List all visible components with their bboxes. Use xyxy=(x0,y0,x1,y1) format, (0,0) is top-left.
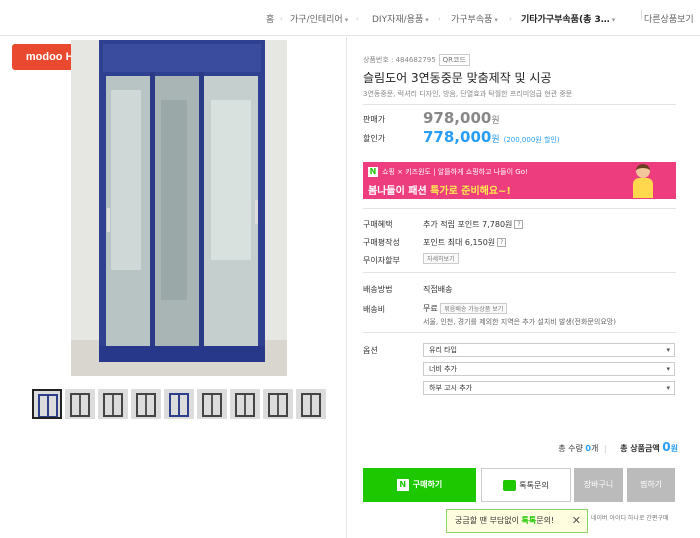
option-select-width[interactable]: 너비 추가 ▾ xyxy=(423,362,675,376)
product-code: 상품번호 : 484682795 QR코드 xyxy=(363,54,470,66)
divider xyxy=(346,37,347,538)
breadcrumb-item[interactable]: DIY자재/용품 ▾ xyxy=(372,12,429,25)
breadcrumb-item[interactable]: 가구/인테리어 ▾ xyxy=(290,12,348,25)
door-icon xyxy=(169,393,189,417)
product-main-image xyxy=(71,40,287,376)
discount-note: (200,000원 할인) xyxy=(503,136,560,144)
installment-label: 무이자할부 xyxy=(363,256,400,265)
chat-bubble-icon xyxy=(503,480,517,491)
sale-price: 778,000원 (200,000원 할인) xyxy=(423,128,560,146)
divider xyxy=(363,208,676,209)
promo-banner[interactable]: N 쇼핑 × 키즈원도 | 알뜰하게 쇼핑하고 나들이 Go! 봄나들이 패션 … xyxy=(363,162,676,199)
buy-button[interactable]: N 구매하기 xyxy=(363,468,476,502)
sliding-door-illustration xyxy=(71,40,287,376)
shipping-method-value: 직접배송 xyxy=(423,285,453,294)
talktalk-inquiry-button[interactable]: 톡톡문의 xyxy=(481,468,571,502)
help-icon[interactable]: ? xyxy=(514,220,524,229)
original-price-label: 판매가 xyxy=(363,115,386,124)
door-icon xyxy=(38,394,58,417)
door-icon xyxy=(70,393,90,417)
breadcrumb-separator-icon: › xyxy=(280,15,283,23)
door-icon xyxy=(301,393,321,417)
total-amount-label: 총 상품금액 xyxy=(620,444,660,453)
naver-n-icon: N xyxy=(368,167,378,177)
options-label: 옵션 xyxy=(363,346,378,355)
door-icon xyxy=(136,393,156,417)
breadcrumb-separator-icon: › xyxy=(356,15,359,23)
door-icon xyxy=(235,393,255,417)
purchase-benefit-value: 추가 적립 포인트 7,780원? xyxy=(423,219,524,230)
wishlist-button[interactable]: 찜하기 xyxy=(627,468,675,502)
thumbnail[interactable] xyxy=(230,389,260,419)
naver-n-icon: N xyxy=(396,478,409,491)
shipping-fee-value: 무료 묶음배송 가능상품 보기 xyxy=(423,303,508,314)
child-model-image xyxy=(630,164,656,198)
talktalk-tooltip: 궁금할 땐 부담없이 톡톡문의! ✕ xyxy=(446,509,588,533)
help-icon[interactable]: ? xyxy=(497,238,507,247)
thumbnail[interactable] xyxy=(164,389,194,419)
option-select-glass-type[interactable]: 유리 타입 ▾ xyxy=(423,343,675,357)
door-icon xyxy=(268,393,288,417)
thumbnail[interactable] xyxy=(197,389,227,419)
chevron-down-icon: ▾ xyxy=(494,16,498,24)
installment-detail-button[interactable]: 자세히보기 xyxy=(423,253,459,264)
divider xyxy=(363,332,676,333)
breadcrumb-separator-icon: › xyxy=(509,15,512,23)
installment-value: 자세히보기 xyxy=(423,253,459,264)
shipping-method-label: 배송방법 xyxy=(363,285,393,294)
chevron-down-icon: ▾ xyxy=(344,16,349,24)
divider xyxy=(363,272,676,273)
chevron-down-icon: ▾ xyxy=(666,365,670,373)
shipping-fee-label: 배송비 xyxy=(363,305,386,314)
door-icon xyxy=(103,393,123,417)
purchase-benefit-label: 구매혜택 xyxy=(363,220,393,229)
thumbnail[interactable] xyxy=(263,389,293,419)
chevron-down-icon: ▾ xyxy=(611,16,616,24)
close-icon[interactable]: ✕ xyxy=(572,510,581,532)
review-benefit-label: 구매평작성 xyxy=(363,238,400,247)
breadcrumb-divider: | xyxy=(640,10,644,20)
thumbnail[interactable] xyxy=(98,389,128,419)
breadcrumb-current[interactable]: 기타가구부속품(총 3… ▾ xyxy=(521,12,615,25)
bundle-shipping-button[interactable]: 묶음배송 가능상품 보기 xyxy=(440,303,508,314)
door-icon xyxy=(202,393,222,417)
review-benefit-value: 포인트 최대 6,150원? xyxy=(423,237,507,248)
thumbnail-strip xyxy=(32,389,326,421)
breadcrumb-item[interactable]: 가구부속품 ▾ xyxy=(451,12,498,25)
other-products-link[interactable]: 다른상품보기 xyxy=(644,12,694,25)
thumbnail[interactable] xyxy=(296,389,326,419)
chevron-down-icon: ▾ xyxy=(425,16,429,24)
total-summary: 총 수량 0개 | 총 상품금액 0원 xyxy=(558,440,678,454)
thumbnail[interactable] xyxy=(131,389,161,419)
product-title: 슬림도어 3연동중문 맞춤제작 및 시공 xyxy=(363,71,552,85)
thumbnail[interactable] xyxy=(32,389,62,419)
banner-line2: 봄나들이 패션 특가로 준비해요~! xyxy=(368,186,511,197)
qr-code-button[interactable]: QR코드 xyxy=(438,54,470,66)
option-select-bottom[interactable]: 하부 고시 추가 ▾ xyxy=(423,381,675,395)
original-price: 978,000원 xyxy=(423,109,500,127)
product-subtitle: 3연동중문, 럭셔리 디자인, 방음, 단열효과 탁월한 프리미엄급 현관 중문 xyxy=(363,90,573,98)
shipping-note: 서울, 인천, 경기를 제외한 지역은 추가 설치비 발생(전화문의요망) xyxy=(423,318,616,326)
thumbnail[interactable] xyxy=(65,389,95,419)
breadcrumb: 홈 › 가구/인테리어 ▾ › DIY자재/용품 ▾ › 가구부속품 ▾ › 기타가구… xyxy=(0,0,700,36)
banner-line1: 쇼핑 × 키즈원도 | 알뜰하게 쇼핑하고 나들이 Go! xyxy=(382,168,528,176)
cart-button[interactable]: 장바구니 xyxy=(574,468,623,502)
chevron-down-icon: ▾ xyxy=(666,384,670,392)
breadcrumb-separator-icon: › xyxy=(438,15,441,23)
breadcrumb-home[interactable]: 홈 xyxy=(266,12,274,25)
naver-pay-note: 네이버 아이디 하나로 간편구매 xyxy=(591,515,669,522)
chevron-down-icon: ▾ xyxy=(666,346,670,354)
total-amount: 0 xyxy=(662,440,671,454)
divider xyxy=(363,104,676,105)
sale-price-label: 할인가 xyxy=(363,134,386,143)
